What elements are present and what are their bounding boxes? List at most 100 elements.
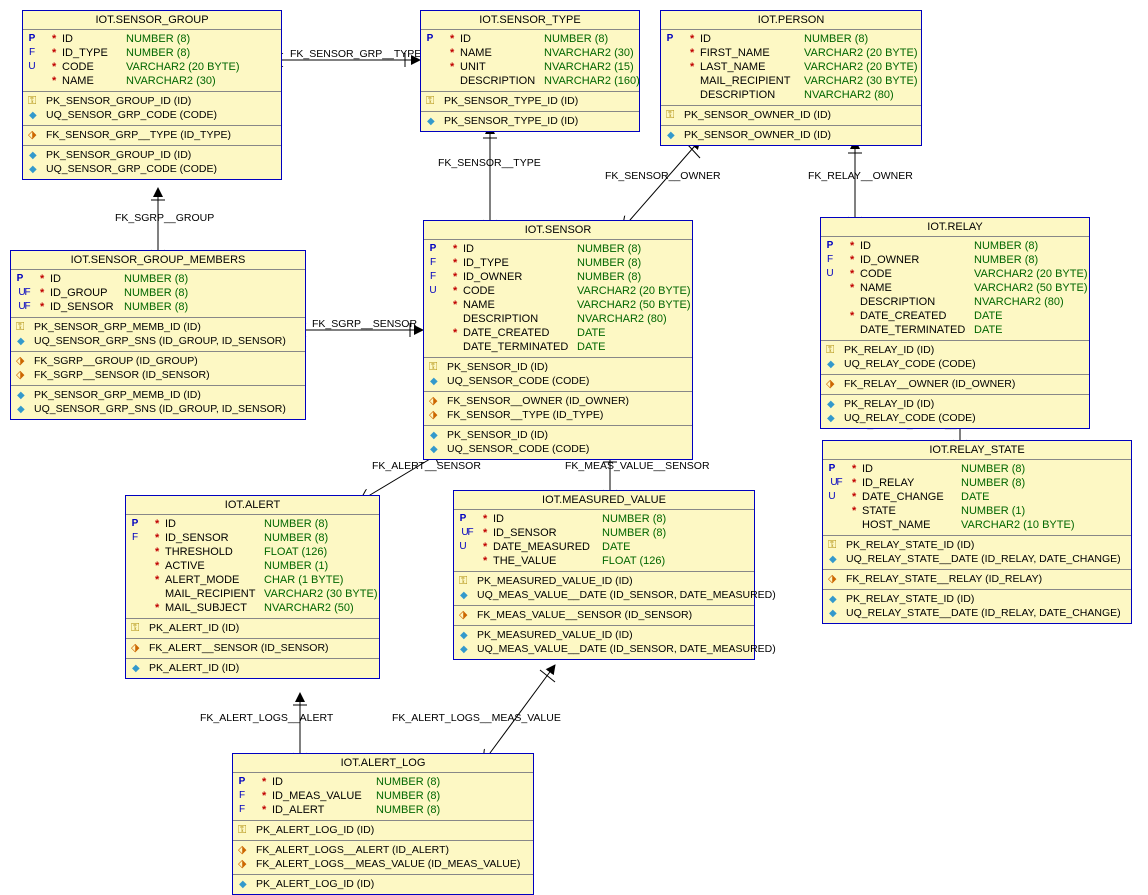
column-row: MAIL_RECIPIENTVARCHAR2 (30 BYTE): [665, 74, 917, 88]
column-type: NUMBER (8): [598, 512, 666, 526]
column-row: U*DATE_MEASUREDDATE: [458, 540, 750, 554]
column-name: ID_MEAS_VALUE: [272, 789, 372, 803]
column-row: F*ID_ALERTNUMBER (8): [237, 803, 529, 817]
column-row: P*IDNUMBER (8): [827, 462, 1127, 476]
constraint-row: UQ_MEAS_VALUE__DATE (ID_SENSOR, DATE_MEA…: [458, 642, 750, 656]
entity-title: IOT.PERSON: [661, 11, 921, 30]
constraint-text: PK_SENSOR_GRP_MEMB_ID (ID): [34, 388, 201, 402]
column-type: NUMBER (8): [540, 32, 608, 46]
column-row: P*IDNUMBER (8): [27, 32, 277, 46]
column-row: DESCRIPTIONNVARCHAR2 (80): [825, 295, 1085, 309]
constraint-row: PK_SENSOR_GRP_MEMB_ID (ID): [15, 388, 301, 402]
diamond-icon: [826, 398, 840, 410]
column-name: ID_OWNER: [463, 270, 573, 284]
rel-label: FK_ALERT_LOGS__ALERT: [200, 712, 333, 724]
column-row: F*ID_TYPENUMBER (8): [27, 46, 277, 60]
diamond-icon: [28, 163, 42, 175]
constraint-text: FK_SENSOR_GRP__TYPE (ID_TYPE): [46, 128, 231, 142]
diamond-icon: [459, 589, 473, 601]
column-type: NUMBER (8): [122, 32, 190, 46]
column-row: P*IDNUMBER (8): [130, 517, 375, 531]
column-row: P*IDNUMBER (8): [665, 32, 917, 46]
column-type: VARCHAR2 (20 BYTE): [800, 60, 918, 74]
column-name: LAST_NAME: [700, 60, 800, 74]
column-row: *FIRST_NAMEVARCHAR2 (20 BYTE): [665, 46, 917, 60]
constraint-row: UQ_SENSOR_GRP_CODE (CODE): [27, 108, 277, 122]
column-row: U*CODEVARCHAR2 (20 BYTE): [428, 284, 688, 298]
column-type: FLOAT (126): [260, 545, 327, 559]
key-icon: [826, 344, 840, 356]
column-type: NVARCHAR2 (30): [540, 46, 634, 60]
constraint-text: FK_SENSOR__OWNER (ID_OWNER): [447, 394, 629, 408]
column-type: NUMBER (8): [573, 270, 641, 284]
column-type: NUMBER (8): [260, 517, 328, 531]
column-name: ID: [50, 272, 120, 286]
entity-sensor: IOT.SENSOR P*IDNUMBER (8)F*ID_TYPENUMBER…: [423, 220, 693, 460]
fk-section: FK_SENSOR_GRP__TYPE (ID_TYPE): [23, 126, 281, 146]
column-type: VARCHAR2 (20 BYTE): [122, 60, 240, 74]
constraint-text: PK_MEASURED_VALUE_ID (ID): [477, 574, 633, 588]
column-type: NVARCHAR2 (80): [573, 312, 667, 326]
column-type: NUMBER (1): [260, 559, 328, 573]
key-icon: [459, 575, 473, 587]
constraint-text: PK_MEASURED_VALUE_ID (ID): [477, 628, 633, 642]
column-type: CHAR (1 BYTE): [260, 573, 343, 587]
column-name: ID: [463, 242, 573, 256]
fk-icon: [828, 573, 842, 585]
entity-title: IOT.SENSOR_GROUP: [23, 11, 281, 30]
constraint-row: PK_SENSOR_OWNER_ID (ID): [665, 128, 917, 142]
constraint-row: PK_SENSOR_GROUP_ID (ID): [27, 94, 277, 108]
rel-label: FK_SENSOR__TYPE: [438, 157, 541, 169]
column-row: *NAMEVARCHAR2 (50 BYTE): [825, 281, 1085, 295]
constraint-row: UQ_RELAY_STATE__DATE (ID_RELAY, DATE_CHA…: [827, 606, 1127, 620]
diamond-icon: [426, 115, 440, 127]
constraint-row: PK_RELAY_ID (ID): [825, 343, 1085, 357]
column-name: NAME: [463, 298, 573, 312]
fk-icon: [131, 642, 145, 654]
constraint-text: PK_RELAY_ID (ID): [844, 397, 934, 411]
column-name: ID: [860, 239, 970, 253]
constraint-text: UQ_RELAY_STATE__DATE (ID_RELAY, DATE_CHA…: [846, 552, 1121, 566]
constraint-row: UQ_SENSOR_CODE (CODE): [428, 374, 688, 388]
rel-label: FK_ALERT__SENSOR: [372, 460, 481, 472]
constraint-text: FK_SGRP__SENSOR (ID_SENSOR): [34, 368, 210, 382]
diamond-icon: [16, 403, 30, 415]
diamond-icon: [429, 443, 443, 455]
index-section: PK_SENSOR_GROUP_ID (ID)UQ_SENSOR_GRP_COD…: [23, 92, 281, 126]
column-name: ID_OWNER: [860, 253, 970, 267]
entity-relay-state: IOT.RELAY_STATE P*IDNUMBER (8)UF*ID_RELA…: [822, 440, 1132, 624]
column-row: *DATE_CREATEDDATE: [825, 309, 1085, 323]
column-name: CODE: [860, 267, 970, 281]
key-icon: [238, 824, 252, 836]
column-type: NUMBER (8): [122, 46, 190, 60]
column-name: CODE: [463, 284, 573, 298]
column-row: P*IDNUMBER (8): [428, 242, 688, 256]
constraint-row: PK_SENSOR_GRP_MEMB_ID (ID): [15, 320, 301, 334]
constraint-row: FK_SGRP__SENSOR (ID_SENSOR): [15, 368, 301, 382]
column-name: NAME: [62, 74, 122, 88]
entity-title: IOT.MEASURED_VALUE: [454, 491, 754, 510]
column-row: P*IDNUMBER (8): [237, 775, 529, 789]
constraint-text: FK_SGRP__GROUP (ID_GROUP): [34, 354, 198, 368]
constraint-text: FK_MEAS_VALUE__SENSOR (ID_SENSOR): [477, 608, 692, 622]
column-type: NUMBER (8): [372, 803, 440, 817]
entity-sensor-group: IOT.SENSOR_GROUP P*IDNUMBER (8)F*ID_TYPE…: [22, 10, 282, 180]
fk-icon: [16, 369, 30, 381]
constraint-text: UQ_MEAS_VALUE__DATE (ID_SENSOR, DATE_MEA…: [477, 642, 776, 656]
constraint-text: PK_SENSOR_OWNER_ID (ID): [684, 128, 831, 142]
column-type: NVARCHAR2 (80): [800, 88, 894, 102]
constraint-text: FK_SENSOR__TYPE (ID_TYPE): [447, 408, 603, 422]
diamond-icon: [131, 662, 145, 674]
column-name: MAIL_RECIPIENT: [700, 74, 800, 88]
constraint-text: PK_RELAY_ID (ID): [844, 343, 934, 357]
column-type: DATE: [573, 340, 606, 354]
constraint-text: UQ_RELAY_CODE (CODE): [844, 411, 976, 425]
diamond-icon: [16, 335, 30, 347]
column-row: F*ID_SENSORNUMBER (8): [130, 531, 375, 545]
column-type: NVARCHAR2 (30): [122, 74, 216, 88]
column-row: HOST_NAMEVARCHAR2 (10 BYTE): [827, 518, 1127, 532]
column-name: DATE_CHANGE: [862, 490, 957, 504]
column-row: F*ID_MEAS_VALUENUMBER (8): [237, 789, 529, 803]
column-name: ID: [493, 512, 598, 526]
rel-label: FK_SGRP__GROUP: [115, 212, 214, 224]
